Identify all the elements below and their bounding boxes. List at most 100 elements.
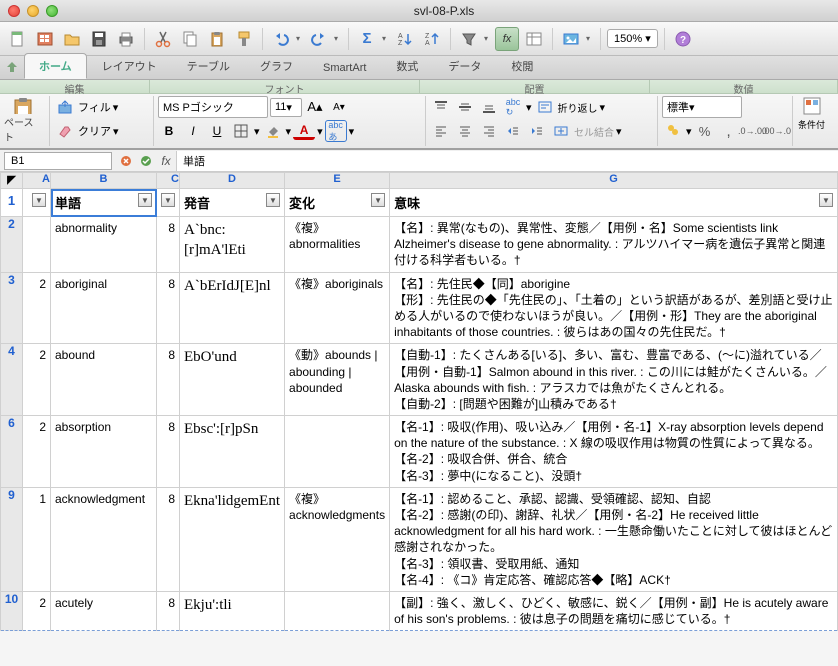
autosum-icon[interactable]: Σ — [355, 27, 379, 51]
align-top-icon[interactable] — [430, 96, 452, 118]
tab-formulas[interactable]: 数式 — [381, 53, 433, 79]
styles-button[interactable]: 書式 — [835, 96, 838, 131]
row-header[interactable]: 10 — [1, 591, 23, 630]
paste-icon[interactable] — [205, 27, 229, 51]
filter-c[interactable]: ▼ — [161, 193, 175, 207]
cell[interactable] — [285, 591, 390, 630]
italic-button[interactable]: I — [182, 120, 204, 142]
template-icon[interactable] — [33, 27, 57, 51]
save-icon[interactable] — [87, 27, 111, 51]
paste-button[interactable]: ペースト — [4, 96, 42, 144]
cell-d1[interactable]: 発音▼ — [180, 189, 285, 217]
cell[interactable]: Ekna'lidgemEnt — [180, 487, 285, 591]
tab-charts[interactable]: グラフ — [245, 53, 308, 79]
cell[interactable]: 【副】: 強く、激しく、ひどく、敏感に、鋭く／【用例・副】He is acute… — [390, 591, 838, 630]
number-format-select[interactable]: 標準 ▾ — [662, 96, 742, 118]
align-mid-icon[interactable] — [454, 96, 476, 118]
cell[interactable]: abnormality — [51, 217, 157, 273]
cell[interactable]: 8 — [157, 217, 180, 273]
formula-input[interactable]: 単語 — [176, 151, 838, 171]
close-button[interactable] — [8, 5, 20, 17]
cell-e1[interactable]: 変化▼ — [285, 189, 390, 217]
col-header-d[interactable]: D — [180, 173, 285, 189]
inc-font-icon[interactable]: A▴ — [304, 96, 326, 118]
media-icon[interactable] — [559, 27, 583, 51]
tab-tables[interactable]: テーブル — [172, 53, 245, 79]
cell[interactable] — [23, 217, 51, 273]
underline-button[interactable]: U — [206, 120, 228, 142]
cell[interactable]: 8 — [157, 591, 180, 630]
align-bot-icon[interactable] — [478, 96, 500, 118]
cell[interactable]: A`bErIdJ[E]nl — [180, 272, 285, 344]
dec-font-icon[interactable]: A▾ — [328, 96, 350, 118]
cancel-formula-icon[interactable] — [116, 152, 136, 170]
orientation-icon[interactable]: abc↻ — [502, 96, 524, 118]
cell[interactable]: 1 — [23, 487, 51, 591]
comma-icon[interactable]: , — [718, 120, 740, 142]
col-header-a[interactable]: A — [23, 173, 51, 189]
accept-formula-icon[interactable] — [136, 152, 156, 170]
filter-e[interactable]: ▼ — [371, 193, 385, 207]
cell[interactable]: 8 — [157, 344, 180, 416]
tab-smartart[interactable]: SmartArt — [308, 57, 381, 79]
cell[interactable]: 《複》abnormalities — [285, 217, 390, 273]
currency-icon[interactable] — [662, 120, 684, 142]
cell[interactable]: EbO'und — [180, 344, 285, 416]
sort-asc-icon[interactable]: AZ — [393, 27, 417, 51]
row-header-1[interactable]: 1 — [1, 189, 23, 217]
cell[interactable]: 8 — [157, 487, 180, 591]
new-doc-icon[interactable] — [6, 27, 30, 51]
cell[interactable]: 2 — [23, 416, 51, 488]
inc-decimal-icon[interactable]: .0→.00 — [742, 120, 764, 142]
dec-decimal-icon[interactable]: .00→.0 — [766, 120, 788, 142]
filter-d[interactable]: ▼ — [266, 193, 280, 207]
zoom-field[interactable]: 150% ▾ — [607, 29, 658, 48]
cell[interactable]: 【名-1】: 認めること、承認、認識、受領確認、認知、自認【名-2】: 感謝(の… — [390, 487, 838, 591]
align-left-icon[interactable] — [430, 120, 452, 142]
border-icon[interactable] — [230, 120, 252, 142]
help-icon[interactable]: ? — [671, 27, 695, 51]
cond-format-button[interactable]: 条件付 — [797, 96, 827, 131]
tab-data[interactable]: データ — [433, 53, 496, 79]
cell[interactable]: A`bnc:[r]mA'lEti — [180, 217, 285, 273]
undo-icon[interactable] — [269, 27, 293, 51]
format-painter-icon[interactable] — [232, 27, 256, 51]
zoom-button[interactable] — [46, 5, 58, 17]
font-color-icon[interactable]: A — [293, 122, 315, 140]
cell[interactable]: 【名-1】: 吸収(作用)、吸い込み／【用例・名-1】X-ray absorpt… — [390, 416, 838, 488]
cell[interactable]: 8 — [157, 272, 180, 344]
minimize-button[interactable] — [27, 5, 39, 17]
filter-g[interactable]: ▼ — [819, 193, 833, 207]
align-center-icon[interactable] — [454, 120, 476, 142]
fx-icon[interactable]: fx — [495, 27, 519, 51]
cell[interactable]: 8 — [157, 416, 180, 488]
col-header-c[interactable]: C — [157, 173, 180, 189]
tab-home[interactable]: ホーム — [24, 53, 87, 79]
spreadsheet-grid[interactable]: ◤ A B C D E G 1 ▼ 単語▼ ▼ 発音▼ 変化▼ 意味▼ 2abn… — [0, 172, 838, 631]
font-size-select[interactable]: 11 ▾ — [270, 98, 302, 117]
clear-icon[interactable] — [54, 120, 76, 142]
tab-layout[interactable]: レイアウト — [87, 53, 172, 79]
select-all-corner[interactable]: ◤ — [1, 173, 23, 189]
col-header-e[interactable]: E — [285, 173, 390, 189]
cell[interactable]: 【名】: 先住民◆【同】aborigine【形】: 先住民の◆「先住民の」、「土… — [390, 272, 838, 344]
font-name-select[interactable]: MS Pゴシック — [158, 96, 268, 118]
fill-color-icon[interactable] — [262, 120, 284, 142]
cell[interactable]: absorption — [51, 416, 157, 488]
cell[interactable]: 《複》aboriginals — [285, 272, 390, 344]
filter-b[interactable]: ▼ — [138, 193, 152, 207]
cell[interactable]: Ebsc':[r]pSn — [180, 416, 285, 488]
cell[interactable]: 【自動-1】: たくさんある[いる]、多い、富む、豊富である、(～に)溢れている… — [390, 344, 838, 416]
cell[interactable]: Ekju':tli — [180, 591, 285, 630]
tab-review[interactable]: 校閲 — [496, 53, 548, 79]
cell[interactable]: 《複》acknowledgments — [285, 487, 390, 591]
bold-button[interactable]: B — [158, 120, 180, 142]
indent-inc-icon[interactable] — [526, 120, 548, 142]
percent-icon[interactable]: % — [694, 120, 716, 142]
copy-icon[interactable] — [178, 27, 202, 51]
cell-b1[interactable]: 単語▼ — [51, 189, 157, 217]
cell-g1[interactable]: 意味▼ — [390, 189, 838, 217]
cut-icon[interactable] — [151, 27, 175, 51]
row-header[interactable]: 4 — [1, 344, 23, 416]
col-header-b[interactable]: B — [51, 173, 157, 189]
